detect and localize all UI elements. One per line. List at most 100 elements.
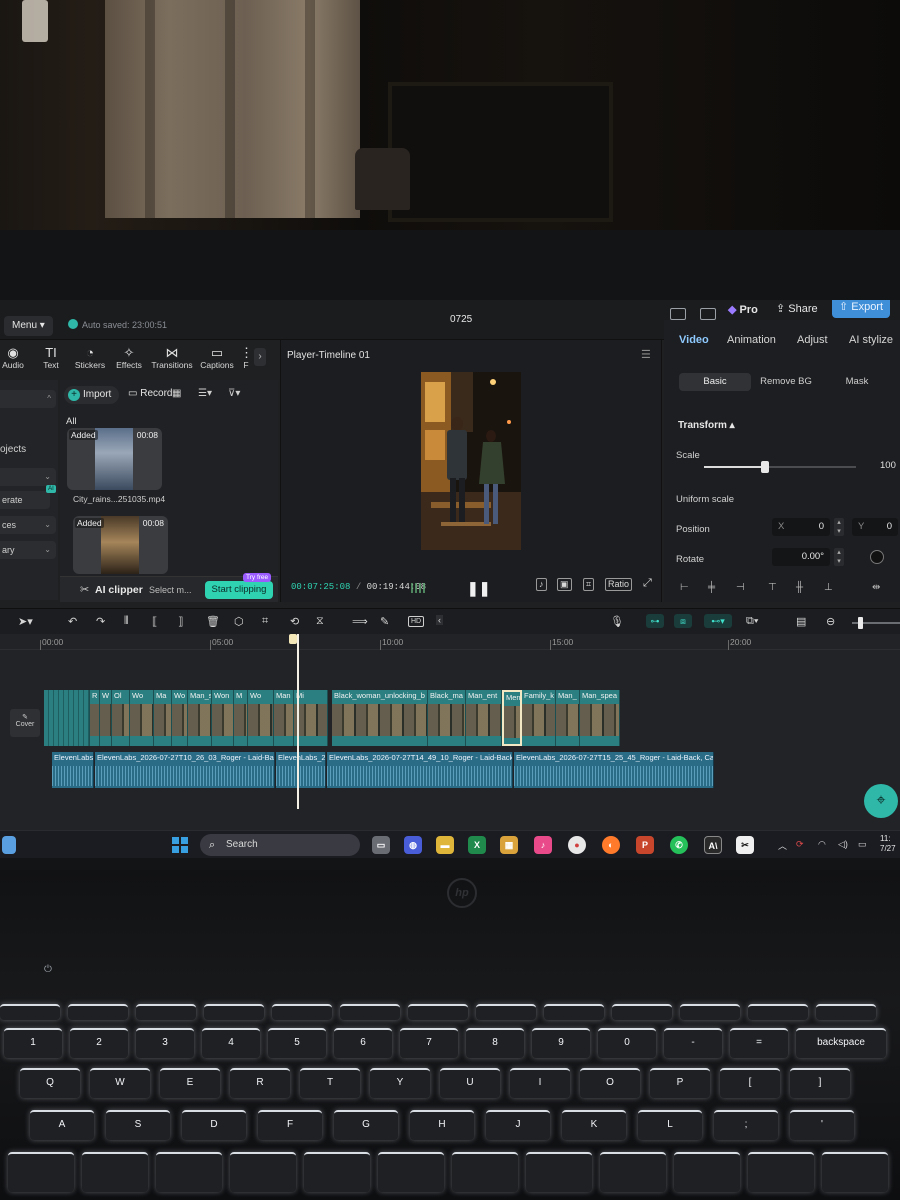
align-top-icon[interactable]: ⊤ <box>768 582 777 593</box>
filter-icon[interactable]: ⊽▾ <box>228 388 240 399</box>
tab-adjust[interactable]: Adjust <box>797 334 828 346</box>
timeline-clip[interactable]: Black_woman_unlocking_b <box>332 690 428 746</box>
align-bottom-icon[interactable]: ⊥ <box>824 582 833 593</box>
tab-mask[interactable]: Mask <box>821 373 893 391</box>
audio-clip[interactable]: ElevenLabs_2026-07-27T15_25_45_Roger - L… <box>514 752 714 788</box>
pen-icon[interactable]: ✎ <box>380 615 389 628</box>
split-right-icon[interactable]: ⟧ <box>178 615 183 628</box>
cover-button[interactable]: ✎ Cover <box>10 709 40 737</box>
rotate-field[interactable]: 0.00° <box>772 548 830 566</box>
timeline-clip[interactable]: W <box>100 690 112 746</box>
collapse-icon[interactable]: ‹ <box>436 615 443 625</box>
time-ruler[interactable]: 00:00 05:00 10:00 15:00 20:00 <box>0 634 900 650</box>
media-item[interactable]: Added 00:08 <box>73 516 168 574</box>
align-left-icon[interactable]: ⊢ <box>680 582 689 593</box>
sidebar-item-dropdown[interactable]: ⌄ <box>0 468 56 486</box>
position-y-field[interactable]: Y0 <box>852 518 898 536</box>
zoom-out-icon[interactable]: ⊖ <box>826 615 835 628</box>
tab-basic[interactable]: Basic <box>679 373 751 391</box>
playhead-handle[interactable] <box>289 634 297 644</box>
marker-icon[interactable]: ⬡ <box>234 615 244 628</box>
align-center-icon[interactable]: ╪ <box>708 582 715 593</box>
taskbar-search[interactable]: ⌕ Search <box>200 834 360 856</box>
mirror-icon[interactable]: ⟲ <box>290 615 299 628</box>
all-filter-label[interactable]: All <box>66 416 77 427</box>
tab-video[interactable]: Video <box>679 334 709 346</box>
export-button[interactable]: ⇧ Export <box>832 300 890 318</box>
timeline-clip[interactable]: Family_k <box>522 690 556 746</box>
scale-slider[interactable] <box>704 461 856 473</box>
grid-view-icon[interactable]: ▦ <box>172 388 181 399</box>
rotate-stepper[interactable]: ▴ ▾ <box>834 548 844 566</box>
position-x-field[interactable]: X0 <box>772 518 830 536</box>
selected-timeline-clip[interactable]: Men <box>502 690 522 746</box>
flip-icon[interactable]: ⧖ <box>316 615 324 628</box>
timeline-clip[interactable]: Wo <box>248 690 274 746</box>
timeline-clip[interactable]: Man_ <box>556 690 580 746</box>
tab-ai-stylize[interactable]: AI stylize <box>849 334 893 346</box>
sort-icon[interactable]: ☰▾ <box>198 388 212 399</box>
captions-tool-icon[interactable]: ▤ <box>796 615 806 628</box>
magnet-icon[interactable]: ⊶ <box>646 614 664 628</box>
scale-slider-handle[interactable] <box>760 461 769 473</box>
link-icon[interactable]: ⊷▾ <box>704 614 732 628</box>
delete-icon[interactable]: 🗑 <box>206 615 220 628</box>
project-title[interactable]: 0725 <box>450 314 472 325</box>
timeline-clip[interactable]: Ol <box>112 690 130 746</box>
audio-clip[interactable]: ElevenLabs_2026-07-27T10_26_03_Roger - L… <box>95 752 275 788</box>
preview-axis-icon[interactable]: ⧉▾ <box>746 615 758 628</box>
audio-clip[interactable]: ElevenLabs_ <box>52 752 94 788</box>
menu-button[interactable]: Menu ▾ <box>4 316 53 336</box>
layout-icon[interactable] <box>670 308 686 320</box>
toolbar-more-button[interactable]: › <box>254 348 266 366</box>
sidebar-item-resources[interactable]: ces ⌄ <box>0 516 56 534</box>
locate-button[interactable]: ⌖ <box>864 784 898 818</box>
snap-icon[interactable]: ⧈ <box>674 614 692 628</box>
timeline-clip[interactable]: Wo <box>172 690 188 746</box>
zoom-slider-handle[interactable] <box>858 617 863 629</box>
tiktok-icon[interactable]: ♪ <box>536 578 547 591</box>
tab-remove-bg[interactable]: Remove BG <box>750 373 822 391</box>
tool-audio[interactable]: ◉ Audio <box>0 346 26 371</box>
split-left-icon[interactable]: ⟦ <box>152 615 157 628</box>
chrome-icon[interactable]: ● <box>568 836 586 854</box>
fullscreen-preview-icon[interactable]: ▣ <box>557 578 572 591</box>
zoom-slider[interactable] <box>852 617 900 629</box>
timeline-clip[interactable]: R <box>90 690 100 746</box>
hd-icon[interactable]: HD <box>408 616 425 627</box>
audio-clip[interactable]: ElevenLabs_2026-07-27T14_49_10_Roger - L… <box>327 752 513 788</box>
taskview-icon[interactable] <box>2 836 16 854</box>
redo-icon[interactable]: ↷ <box>96 615 105 628</box>
media-item[interactable]: Added 00:08 <box>67 428 162 490</box>
tool-stickers[interactable]: ◔ Stickers <box>72 346 108 371</box>
import-button[interactable]: + Import <box>64 386 120 404</box>
record-button[interactable]: ▭ Record <box>128 388 172 399</box>
align-right-icon[interactable]: ⊣ <box>736 582 745 593</box>
excel-icon[interactable]: X <box>468 836 486 854</box>
battery-icon[interactable]: ▭ <box>858 839 867 850</box>
select-tool-icon[interactable]: ➤▾ <box>18 615 33 628</box>
menu-icon[interactable]: ☰ <box>641 348 651 361</box>
timeline-clip[interactable]: M <box>234 690 248 746</box>
crop-tool-icon[interactable]: ⌗ <box>262 615 268 628</box>
capcut-icon[interactable]: ✂ <box>736 836 754 854</box>
share-button[interactable]: ⇪ Share <box>776 302 818 315</box>
playhead[interactable] <box>297 634 299 809</box>
timeline-clip[interactable]: Ma <box>154 690 172 746</box>
position-x-stepper[interactable]: ▴ ▾ <box>834 518 844 536</box>
scale-value[interactable]: 100 <box>880 460 896 471</box>
sidebar-item-projects[interactable]: ojects <box>0 444 26 455</box>
tool-effects[interactable]: ✧ Effects <box>112 346 146 371</box>
timeline-clip[interactable]: Man_s <box>188 690 212 746</box>
align-middle-icon[interactable]: ╫ <box>796 582 803 593</box>
timeline-panel[interactable]: 00:00 05:00 10:00 15:00 20:00 ✎ Cover R W… <box>0 634 900 830</box>
timeline-clip[interactable]: Man <box>274 690 294 746</box>
rotate-dial[interactable] <box>870 550 884 564</box>
sidebar-item-library[interactable]: ary ⌄ <box>0 541 56 559</box>
pause-button[interactable]: ❚❚ <box>467 580 490 597</box>
whatsapp-icon[interactable]: ✆ <box>670 836 688 854</box>
freeze-icon[interactable]: ⟹ <box>352 615 368 628</box>
timeline-clip[interactable]: Mi <box>294 690 328 746</box>
taskbar-clock[interactable]: 11: 7/27 <box>880 834 896 854</box>
tool-transitions[interactable]: ⋈ Transitions <box>150 346 194 371</box>
